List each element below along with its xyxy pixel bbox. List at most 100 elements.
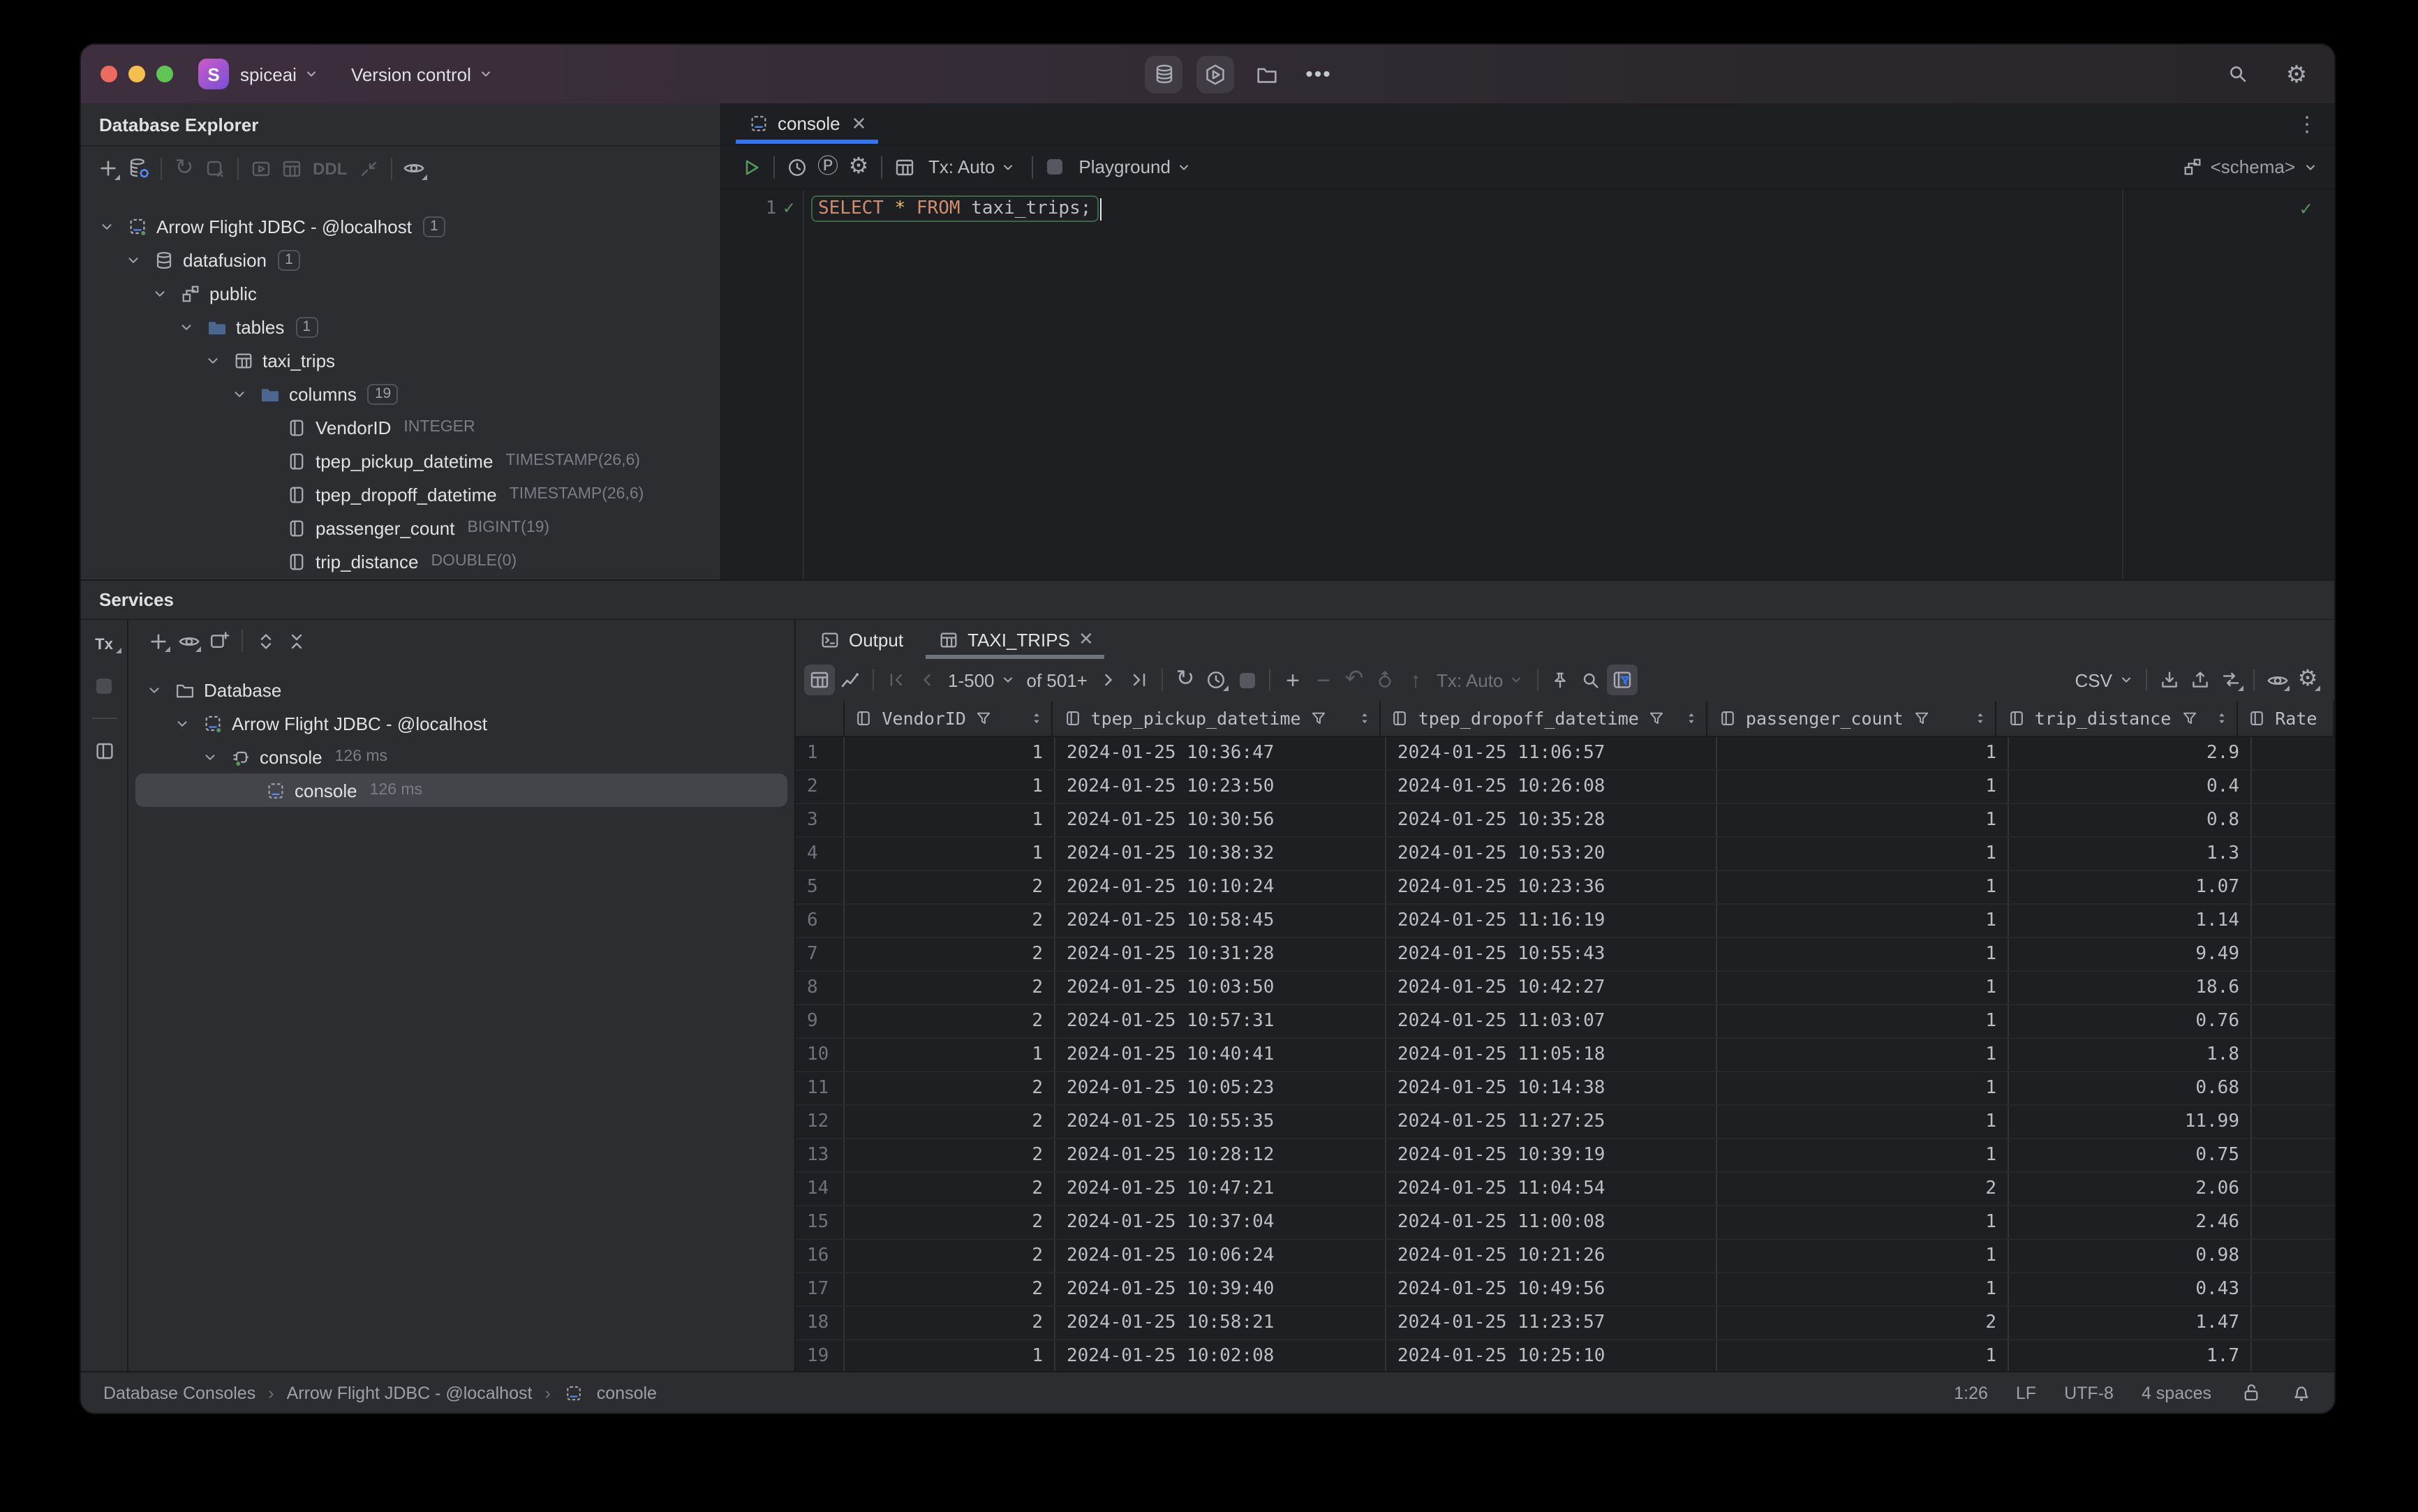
tab-output[interactable]: Output [804, 620, 917, 659]
column-header-tpep_dropoff_datetime[interactable]: tpep_dropoff_datetime [1381, 701, 1708, 736]
export-format-selector[interactable]: CSV [2075, 665, 2133, 695]
data-cell[interactable]: 2024-01-25 10:55:43 [1386, 938, 1717, 970]
data-cell[interactable]: 0.8 [2009, 804, 2252, 836]
chevron-down-icon[interactable] [95, 211, 117, 242]
data-cell[interactable]: 2024-01-25 10:35:28 [1386, 804, 1717, 836]
data-cell[interactable]: 2 [845, 1106, 1055, 1138]
data-cell[interactable] [2252, 1173, 2334, 1205]
data-cell[interactable]: 2.46 [2009, 1206, 2252, 1238]
chevron-down-icon[interactable] [175, 311, 197, 342]
data-cell[interactable]: 2024-01-25 10:58:21 [1055, 1307, 1386, 1339]
data-cell[interactable]: 2 [845, 1139, 1055, 1171]
data-cell[interactable]: 2 [1717, 1307, 2009, 1339]
column-header-vendorid[interactable]: VendorID [845, 701, 1053, 736]
data-cell[interactable] [2252, 1072, 2334, 1104]
row-number-header[interactable] [796, 701, 845, 736]
chevron-down-icon[interactable] [170, 708, 193, 739]
data-cell[interactable]: 1.3 [2009, 838, 2252, 870]
row-number-cell[interactable]: 15 [796, 1206, 845, 1238]
tab-options-icon[interactable]: ⋮ [2297, 111, 2317, 136]
data-cell[interactable]: 1 [1717, 871, 2009, 903]
data-cell[interactable] [2252, 1005, 2334, 1037]
data-cell[interactable]: 2024-01-25 10:40:41 [1055, 1039, 1386, 1071]
data-cell[interactable]: 1 [1717, 1340, 2009, 1371]
collapse-all-button[interactable] [281, 625, 311, 656]
tree-item-tpep-pickup-datetime[interactable]: tpep_pickup_datetime TIMESTAMP(26,6) [81, 444, 720, 477]
inspections-ok-icon[interactable]: ✓ [2300, 198, 2312, 221]
column-header-trip_distance[interactable]: trip_distance [1997, 701, 2238, 736]
settings-button[interactable]: ⚙ [2281, 59, 2312, 89]
tree-item-public[interactable]: public [81, 276, 720, 310]
more-actions-button[interactable]: ••• [1300, 55, 1337, 93]
row-number-cell[interactable]: 17 [796, 1273, 845, 1305]
row-number-cell[interactable]: 3 [796, 804, 845, 836]
tx-mode-selector[interactable]: Tx: Auto [928, 151, 1016, 182]
data-cell[interactable] [2252, 1139, 2334, 1171]
data-cell[interactable]: 2024-01-25 10:02:08 [1055, 1340, 1386, 1371]
data-cell[interactable] [2252, 804, 2334, 836]
add-service-button[interactable] [142, 625, 173, 656]
row-number-cell[interactable]: 12 [796, 1106, 845, 1138]
database-tool-button[interactable] [1145, 55, 1182, 93]
data-cell[interactable] [2252, 1206, 2334, 1238]
data-cell[interactable] [2252, 938, 2334, 970]
data-cell[interactable]: 2024-01-25 10:28:12 [1055, 1139, 1386, 1171]
data-cell[interactable]: 2024-01-25 10:10:24 [1055, 871, 1386, 903]
data-cell[interactable]: 2 [845, 1273, 1055, 1305]
open-in-new-tab-button[interactable] [204, 625, 235, 656]
data-cell[interactable]: 1 [1717, 972, 2009, 1004]
data-cell[interactable] [2252, 838, 2334, 870]
close-tab-icon[interactable]: ✕ [852, 112, 867, 135]
chevron-down-icon[interactable] [142, 674, 165, 705]
expand-all-button[interactable] [250, 625, 281, 656]
tree-item-trip-distance[interactable]: trip_distance DOUBLE(0) [81, 544, 720, 578]
data-cell[interactable]: 2024-01-25 10:26:08 [1386, 771, 1717, 803]
data-cell[interactable] [2252, 871, 2334, 903]
data-cell[interactable]: 2024-01-25 11:03:07 [1386, 1005, 1717, 1037]
tree-item-console[interactable]: console 126 ms [135, 773, 787, 807]
data-cell[interactable]: 1 [1717, 771, 2009, 803]
grid-settings-button[interactable]: ⚙ [2292, 665, 2323, 695]
data-cell[interactable]: 1 [1717, 1206, 2009, 1238]
tree-item-vendorid[interactable]: VendorID INTEGER [81, 410, 720, 444]
data-cell[interactable]: 2024-01-25 10:57:31 [1055, 1005, 1386, 1037]
sort-icon[interactable] [2213, 711, 2229, 726]
data-cell[interactable]: 2024-01-25 10:21:26 [1386, 1240, 1717, 1272]
datasource-properties-button[interactable] [123, 153, 154, 184]
line-ending-widget[interactable]: LF [2016, 1383, 2036, 1402]
data-cell[interactable]: 1 [1717, 737, 2009, 769]
sort-icon[interactable] [1357, 711, 1372, 726]
chart-view-button[interactable] [835, 665, 866, 695]
data-cell[interactable]: 2024-01-25 10:30:56 [1055, 804, 1386, 836]
row-number-cell[interactable]: 4 [796, 838, 845, 870]
sql-editor[interactable]: 1 ✓ SELECT * FROM taxi_trips; ✓ [722, 190, 2334, 579]
tree-item-datafusion[interactable]: datafusion 1 [81, 243, 720, 276]
data-cell[interactable] [2252, 771, 2334, 803]
tree-item-database[interactable]: Database [128, 673, 794, 706]
tab-console[interactable]: console ✕ [736, 103, 877, 144]
data-cell[interactable] [2252, 1106, 2334, 1138]
data-cell[interactable]: 2 [845, 938, 1055, 970]
data-cell[interactable] [2252, 1307, 2334, 1339]
compare-button[interactable] [2216, 665, 2246, 695]
chevron-down-icon[interactable] [228, 378, 250, 409]
data-cell[interactable]: 1 [1717, 938, 2009, 970]
breadcrumb-console[interactable]: console [597, 1383, 657, 1402]
tree-item-arrow-flight-jdbc-localhost[interactable]: Arrow Flight JDBC - @localhost [128, 706, 794, 740]
data-cell[interactable]: 2024-01-25 11:04:54 [1386, 1173, 1717, 1205]
data-cell[interactable]: 2024-01-25 10:42:27 [1386, 972, 1717, 1004]
jump-to-console-button[interactable] [246, 153, 276, 184]
data-cell[interactable] [2252, 972, 2334, 1004]
data-cell[interactable]: 2024-01-25 10:38:32 [1055, 838, 1386, 870]
cancel-query-button[interactable] [1231, 665, 1262, 695]
column-header-passenger_count[interactable]: passenger_count [1708, 701, 1997, 736]
data-cell[interactable]: 2 [845, 972, 1055, 1004]
data-cell[interactable]: 2024-01-25 10:05:23 [1055, 1072, 1386, 1104]
data-cell[interactable]: 2024-01-25 10:06:24 [1055, 1240, 1386, 1272]
data-cell[interactable]: 1 [1717, 838, 2009, 870]
column-header-rate[interactable]: Rate [2237, 701, 2334, 736]
sort-icon[interactable] [1684, 711, 1700, 726]
run-configuration-button[interactable] [1196, 55, 1234, 93]
unlock-icon[interactable] [2239, 1377, 2262, 1408]
data-cell[interactable]: 1.07 [2009, 871, 2252, 903]
